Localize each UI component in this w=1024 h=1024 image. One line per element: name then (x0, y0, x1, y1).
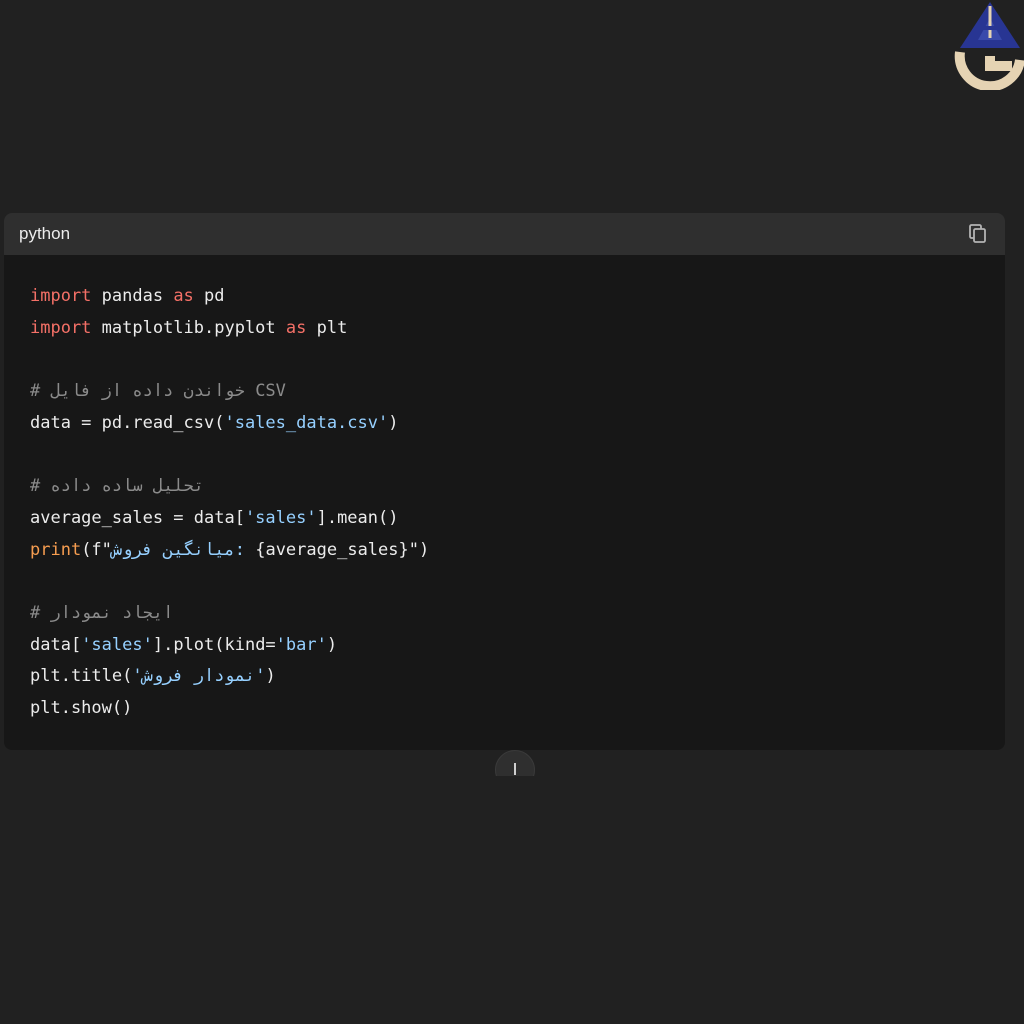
code-token: average_sales = data[ (30, 507, 245, 528)
code-token: # تحلیل ساده داده (30, 476, 205, 497)
code-token: ) (326, 634, 338, 655)
code-token: data = pd.read_csv( (30, 412, 225, 433)
code-block-header: python (4, 213, 1005, 255)
code-token: as (285, 317, 307, 338)
code-token: ].mean() (316, 507, 399, 528)
code-line: plt.show() (30, 693, 1005, 725)
code-token: matplotlib.pyplot (91, 317, 286, 338)
code-token: 'sales_data.csv' (224, 412, 389, 433)
code-token: ) (265, 666, 276, 687)
code-line: # ایجاد نمودار (30, 598, 1005, 630)
code-token: # ایجاد نمودار (30, 602, 174, 623)
code-line: plt.title('نمودار فروش') (30, 661, 1005, 693)
code-token: plt.show() (30, 697, 133, 718)
code-token: میانگین فروش: (111, 539, 256, 560)
code-token: as (173, 286, 194, 306)
code-line: import pandas as pd (30, 281, 1005, 313)
code-token: plt.title( (30, 666, 133, 687)
code-token: import (30, 286, 92, 306)
code-line: # تحلیل ساده داده (30, 471, 1005, 503)
code-token: plt (306, 317, 348, 338)
code-block: python import pandas as pd import matplot… (4, 213, 1005, 750)
code-token: 'نمودار فروش' (132, 666, 266, 687)
copy-icon (969, 224, 986, 243)
code-token: 'sales' (244, 507, 317, 528)
arrow-down-icon (514, 763, 516, 775)
code-token: 'sales' (81, 634, 153, 655)
code-line: # خواندن داده از فایل CSV (30, 376, 1005, 408)
code-token: (f" (81, 539, 112, 560)
code-token: ].plot(kind= (152, 634, 276, 655)
code-token: data[ (30, 634, 82, 655)
code-content[interactable]: import pandas as pd import matplotlib.pyp… (4, 255, 1005, 725)
code-line: average_sales = data['sales'].mean() (30, 503, 1005, 535)
code-token: 'bar' (275, 634, 327, 655)
code-line: print(f"میانگین فروش: {average_sales}") (30, 535, 1005, 567)
code-token: pd (193, 286, 225, 306)
code-token: import (30, 317, 92, 338)
code-token: ) (388, 412, 399, 433)
logo-icon (952, 0, 1024, 92)
code-line: data['sales'].plot(kind='bar') (30, 630, 1005, 662)
code-token: print (30, 539, 82, 560)
code-language-label: python (19, 224, 71, 243)
scroll-down-button[interactable] (495, 750, 535, 776)
code-token: {average_sales}") (255, 539, 430, 560)
code-token: # خواندن داده از فایل CSV (30, 381, 286, 402)
copy-button[interactable] (967, 223, 989, 245)
code-token: pandas (91, 286, 174, 306)
code-line: data = pd.read_csv('sales_data.csv') (30, 408, 1005, 440)
code-line: import matplotlib.pyplot as plt (30, 313, 1005, 345)
